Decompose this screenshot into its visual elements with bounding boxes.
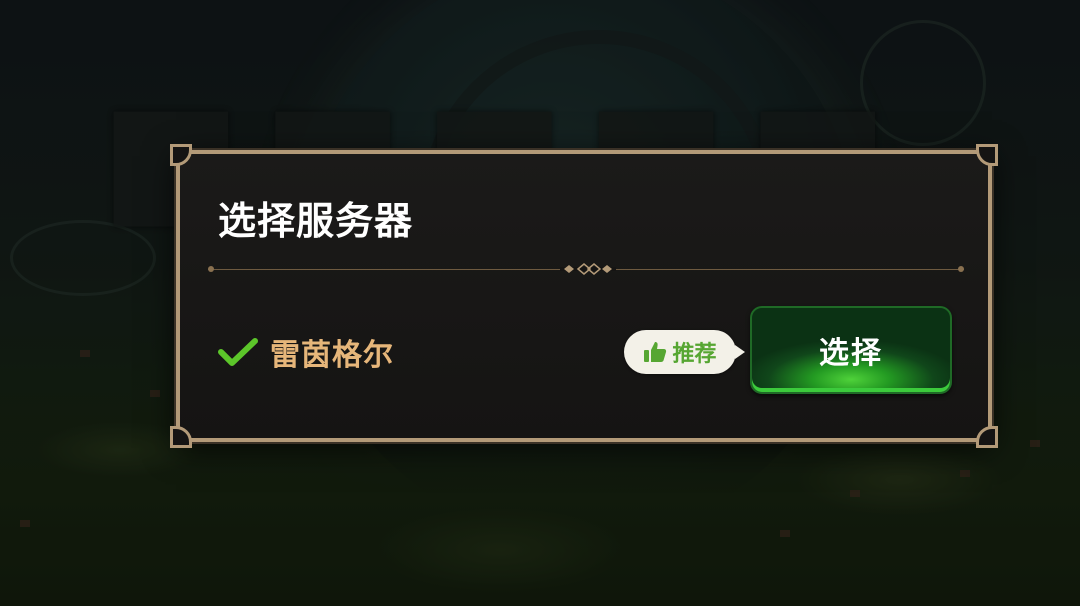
divider-dot — [958, 266, 964, 272]
title-divider — [208, 263, 964, 276]
divider-ornament-icon — [560, 263, 616, 275]
server-name: 雷茵格尔 — [270, 338, 394, 373]
select-button-label: 选择 — [819, 336, 883, 371]
dialog-title: 选择服务器 — [218, 199, 414, 243]
check-icon — [218, 338, 258, 366]
frame-corner — [976, 426, 998, 448]
server-select-dialog: 选择服务器 雷茵格尔 推荐 选择 — [170, 144, 998, 448]
thumbs-up-icon — [644, 342, 667, 362]
frame-corner — [170, 144, 192, 166]
recommend-badge: 推荐 — [624, 330, 745, 374]
select-button[interactable]: 选择 — [750, 306, 952, 394]
server-row[interactable]: 雷茵格尔 — [218, 332, 394, 373]
frame-corner — [976, 144, 998, 166]
divider-dot — [208, 266, 214, 272]
frame-corner — [170, 426, 192, 448]
recommend-label: 推荐 — [672, 342, 717, 367]
